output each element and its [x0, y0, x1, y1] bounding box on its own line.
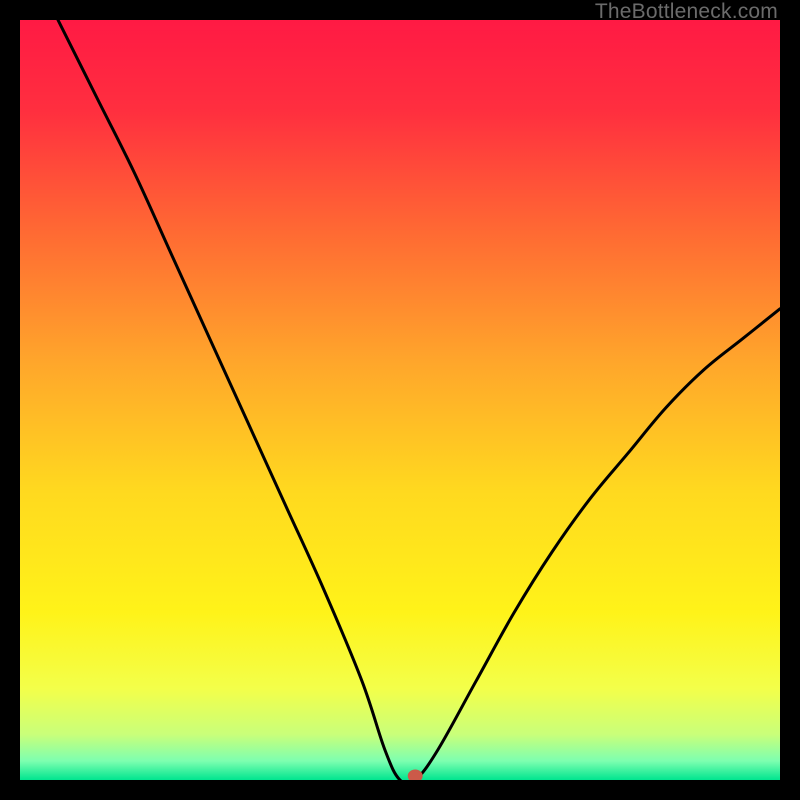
optimal-point-marker [408, 770, 422, 780]
watermark-text: TheBottleneck.com [595, 0, 778, 24]
bottleneck-chart [20, 20, 780, 780]
plot-area [20, 20, 780, 780]
